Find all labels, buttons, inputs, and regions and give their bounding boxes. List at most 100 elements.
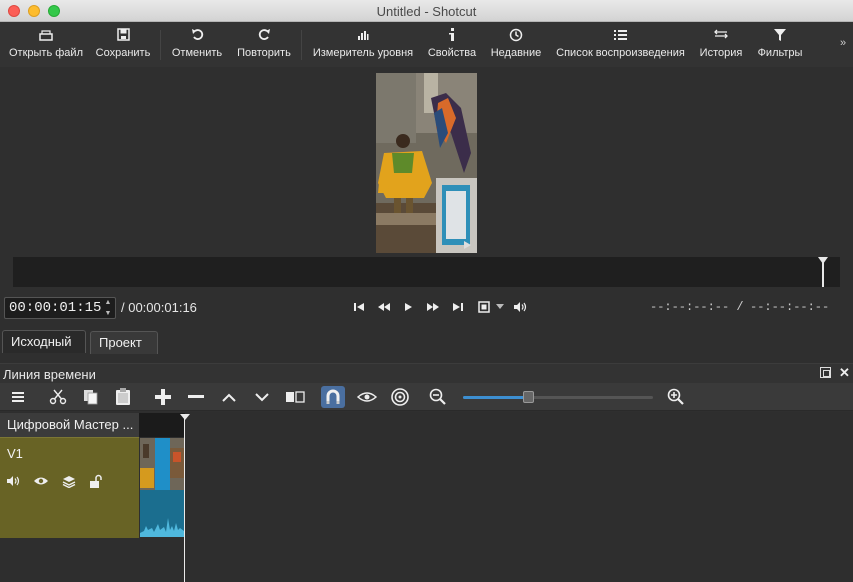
track-header-v1[interactable]: V1 — [0, 437, 139, 538]
clipboard-icon — [116, 388, 130, 405]
open-file-button[interactable]: Открыть файл — [9, 22, 83, 67]
clip-thumbnail — [140, 438, 184, 537]
stepper-down-icon[interactable]: ▼ — [105, 310, 112, 317]
zoom-fit-button[interactable] — [476, 300, 492, 314]
frame-icon — [478, 301, 490, 313]
float-panel-icon[interactable] — [820, 367, 831, 378]
window-title: Untitled - Shotcut — [376, 4, 477, 19]
rewind-button[interactable] — [376, 300, 392, 314]
chevron-up-icon — [222, 393, 236, 402]
master-track-label: Цифровой Мастер ... — [7, 417, 134, 432]
zoom-in-icon — [667, 388, 684, 405]
rewind-icon — [378, 303, 390, 311]
volume-icon — [514, 302, 527, 312]
video-clip[interactable] — [140, 438, 184, 537]
copy-icon — [84, 390, 98, 405]
timecode-value[interactable]: 00:00:01:15 — [9, 300, 101, 316]
stepper-up-icon[interactable]: ▲ — [105, 299, 112, 306]
eye-icon — [34, 477, 48, 485]
timeline-ruler[interactable] — [139, 413, 185, 437]
window-titlebar: Untitled - Shotcut — [0, 0, 853, 22]
fast-forward-icon — [427, 303, 439, 311]
filters-button[interactable]: Фильтры — [756, 22, 804, 67]
redo-button[interactable]: Повторить — [236, 22, 292, 67]
skip-next-icon — [453, 303, 463, 311]
volume-icon — [6, 476, 19, 486]
scrub-playhead-line — [822, 262, 825, 287]
chevron-down-icon — [255, 392, 269, 401]
fast-forward-button[interactable] — [425, 300, 441, 314]
scissors-icon — [49, 389, 67, 405]
ripple-toggle[interactable] — [388, 386, 412, 408]
hide-toggle[interactable] — [33, 474, 49, 488]
composite-toggle[interactable] — [61, 474, 77, 488]
audio-meter-button[interactable]: Измеритель уровня — [312, 22, 414, 67]
undo-button[interactable]: Отменить — [171, 22, 223, 67]
play-button[interactable] — [400, 300, 416, 314]
append-button[interactable] — [151, 386, 175, 408]
track-name: V1 — [7, 446, 23, 461]
paste-button[interactable] — [111, 386, 135, 408]
history-button[interactable]: История — [698, 22, 744, 67]
timeline-playhead[interactable] — [184, 414, 185, 582]
mute-toggle[interactable] — [5, 474, 21, 488]
zoom-slider-handle[interactable] — [522, 391, 534, 403]
split-button[interactable] — [283, 386, 307, 408]
save-icon — [111, 22, 135, 47]
tab-source[interactable]: Исходный — [2, 330, 86, 353]
lift-button[interactable] — [217, 386, 241, 408]
video-preview — [376, 73, 477, 253]
zoom-slider-fill — [463, 396, 528, 399]
unlock-icon — [90, 474, 102, 488]
scrub-while-dragging-toggle[interactable] — [355, 386, 379, 408]
zoom-slider-track[interactable] — [463, 396, 653, 399]
timeline-title: Линия времени — [3, 367, 96, 382]
info-icon — [440, 22, 464, 47]
tab-project[interactable]: Проект — [90, 331, 158, 354]
snap-toggle[interactable] — [321, 386, 345, 408]
toolbar-overflow-button[interactable]: » — [840, 37, 846, 49]
scrub-bar[interactable] — [13, 257, 840, 287]
skip-previous-icon — [354, 303, 364, 311]
chevron-down-icon — [496, 304, 504, 309]
timecode-stepper[interactable]: ▲ ▼ — [102, 299, 114, 317]
list-icon — [609, 22, 633, 47]
lock-toggle[interactable] — [88, 474, 104, 488]
split-icon — [286, 391, 305, 403]
recent-button[interactable]: Недавние — [490, 22, 542, 67]
timeline-playhead-marker[interactable] — [180, 414, 190, 420]
timeline-dock-header: Линия времени ✕ — [0, 363, 853, 383]
save-button[interactable]: Сохранить — [95, 22, 151, 67]
duration-label: / 00:00:01:16 — [121, 300, 197, 315]
preview-frame-image — [376, 73, 477, 253]
history-icon — [709, 22, 733, 47]
menu-icon — [12, 392, 24, 402]
skip-to-end-button[interactable] — [450, 300, 466, 314]
skip-to-start-button[interactable] — [351, 300, 367, 314]
audio-meter-icon — [351, 22, 375, 47]
minus-icon — [188, 395, 204, 398]
remove-button[interactable] — [184, 386, 208, 408]
overwrite-button[interactable] — [250, 386, 274, 408]
plus-icon — [155, 389, 171, 405]
copy-button[interactable] — [79, 386, 103, 408]
timeline-menu-button[interactable] — [6, 386, 30, 408]
cut-button[interactable] — [46, 386, 70, 408]
zoom-dropdown-button[interactable] — [494, 300, 506, 314]
magnet-icon — [326, 389, 340, 404]
open-file-icon — [34, 22, 58, 47]
eye-icon — [357, 392, 377, 402]
main-toolbar: Открыть файл Сохранить Отменить Повторит… — [0, 22, 853, 67]
playlist-button[interactable]: Список воспроизведения — [555, 22, 686, 67]
master-track-header[interactable]: Цифровой Мастер ... — [0, 413, 139, 437]
redo-icon — [252, 22, 276, 47]
layers-icon — [62, 475, 76, 488]
clock-icon — [504, 22, 528, 47]
properties-button[interactable]: Свойства — [427, 22, 477, 67]
target-icon — [391, 388, 409, 406]
zoom-in-button[interactable] — [664, 386, 688, 408]
close-panel-icon[interactable]: ✕ — [839, 365, 850, 381]
volume-button[interactable] — [512, 300, 528, 314]
timecode-spinbox[interactable]: 00:00:01:15 ▲ ▼ — [4, 297, 116, 319]
zoom-out-button[interactable] — [426, 386, 450, 408]
